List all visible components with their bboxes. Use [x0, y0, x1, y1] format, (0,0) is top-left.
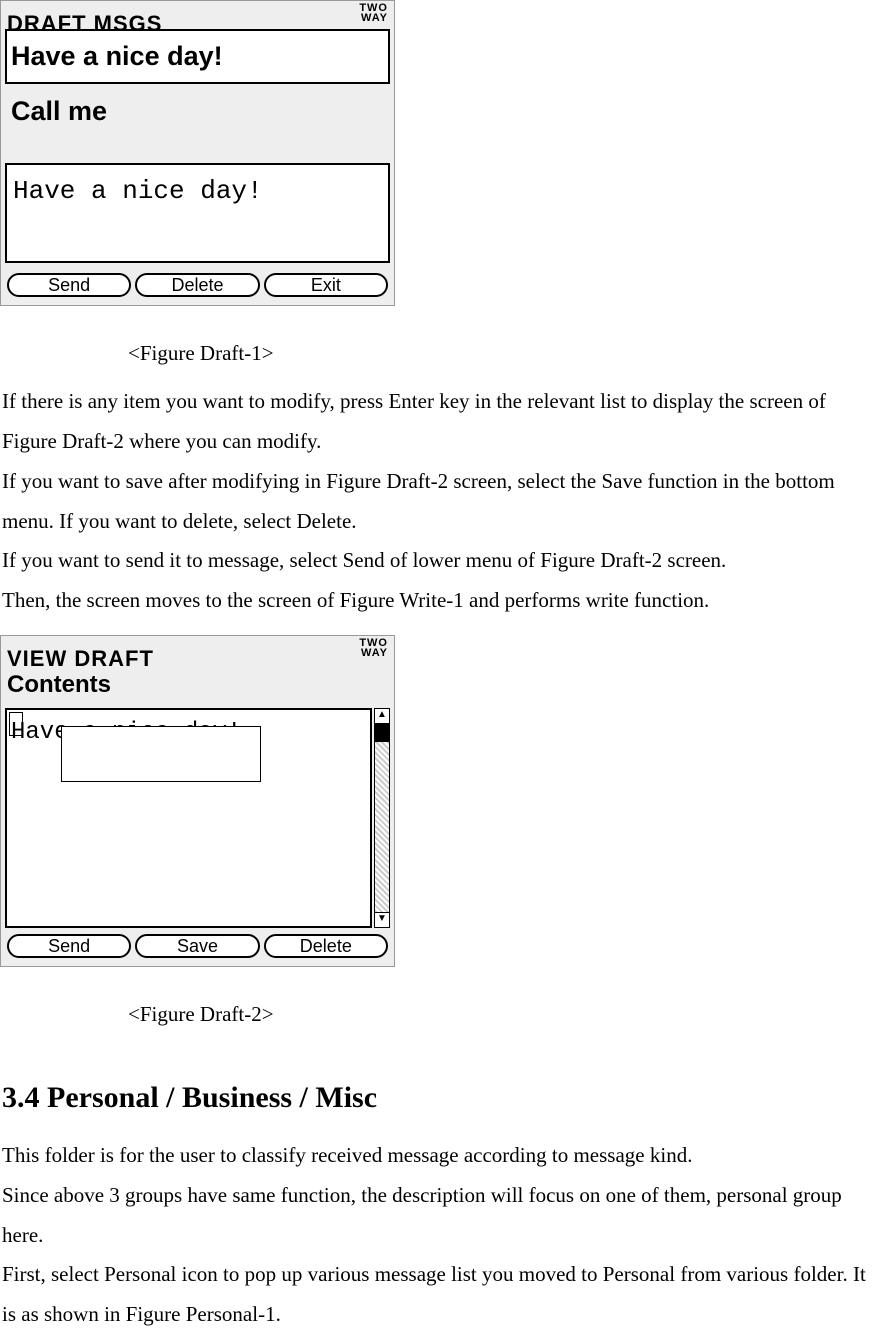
section-heading: 3.4 Personal / Business / Misc: [0, 1069, 875, 1126]
figure-caption-2: <Figure Draft-2>: [0, 995, 875, 1035]
body-paragraph: If you want to send it to message, selec…: [0, 541, 875, 581]
device-header: DRAFT MSGS TWO WAY: [1, 1, 394, 29]
body-paragraph: If you want to save after modifying in F…: [0, 462, 875, 542]
draft-list-item[interactable]: Have a nice day!: [5, 29, 390, 84]
two-way-line2: WAY: [359, 13, 388, 23]
body-paragraph: Since above 3 groups have same function,…: [0, 1176, 875, 1256]
body-paragraph: Then, the screen moves to the screen of …: [0, 581, 875, 621]
two-way-indicator: TWO WAY: [359, 638, 388, 658]
device-button-row: Send Save Delete: [1, 928, 394, 966]
exit-button[interactable]: Exit: [264, 273, 388, 297]
draft-list-item[interactable]: Call me: [5, 84, 390, 139]
body-paragraph: First, select Personal icon to pop up va…: [0, 1255, 875, 1335]
two-way-indicator: TWO WAY: [359, 3, 388, 23]
contents-label: Contents: [1, 662, 394, 708]
draft-list: Have a nice day! Call me: [1, 29, 394, 159]
draft-preview: Have a nice day!: [5, 163, 390, 263]
device-button-row: Send Delete Exit: [1, 267, 394, 305]
send-button[interactable]: Send: [7, 934, 131, 958]
scroll-down-icon[interactable]: ▼: [374, 912, 390, 928]
scroll-up-icon[interactable]: ▲: [374, 708, 390, 724]
send-button[interactable]: Send: [7, 273, 131, 297]
scroll-track[interactable]: [374, 724, 390, 912]
device-header: VIEW DRAFT TWO WAY: [1, 636, 394, 664]
overlay-box: [61, 726, 261, 782]
two-way-line2: WAY: [359, 648, 388, 658]
figure-draft-2-device: VIEW DRAFT TWO WAY Contents Have a nice …: [0, 635, 395, 967]
scrollbar[interactable]: ▲ ▼: [374, 708, 390, 928]
save-button[interactable]: Save: [135, 934, 259, 958]
figure-caption-1: <Figure Draft-1>: [0, 334, 875, 374]
scroll-thumb[interactable]: [374, 724, 390, 742]
figure-draft-1-device: DRAFT MSGS TWO WAY Have a nice day! Call…: [0, 0, 395, 306]
body-paragraph: This folder is for the user to classify …: [0, 1136, 875, 1176]
delete-button[interactable]: Delete: [135, 273, 259, 297]
delete-button[interactable]: Delete: [264, 934, 388, 958]
body-paragraph: If there is any item you want to modify,…: [0, 382, 875, 462]
text-cursor-icon: [9, 712, 23, 736]
